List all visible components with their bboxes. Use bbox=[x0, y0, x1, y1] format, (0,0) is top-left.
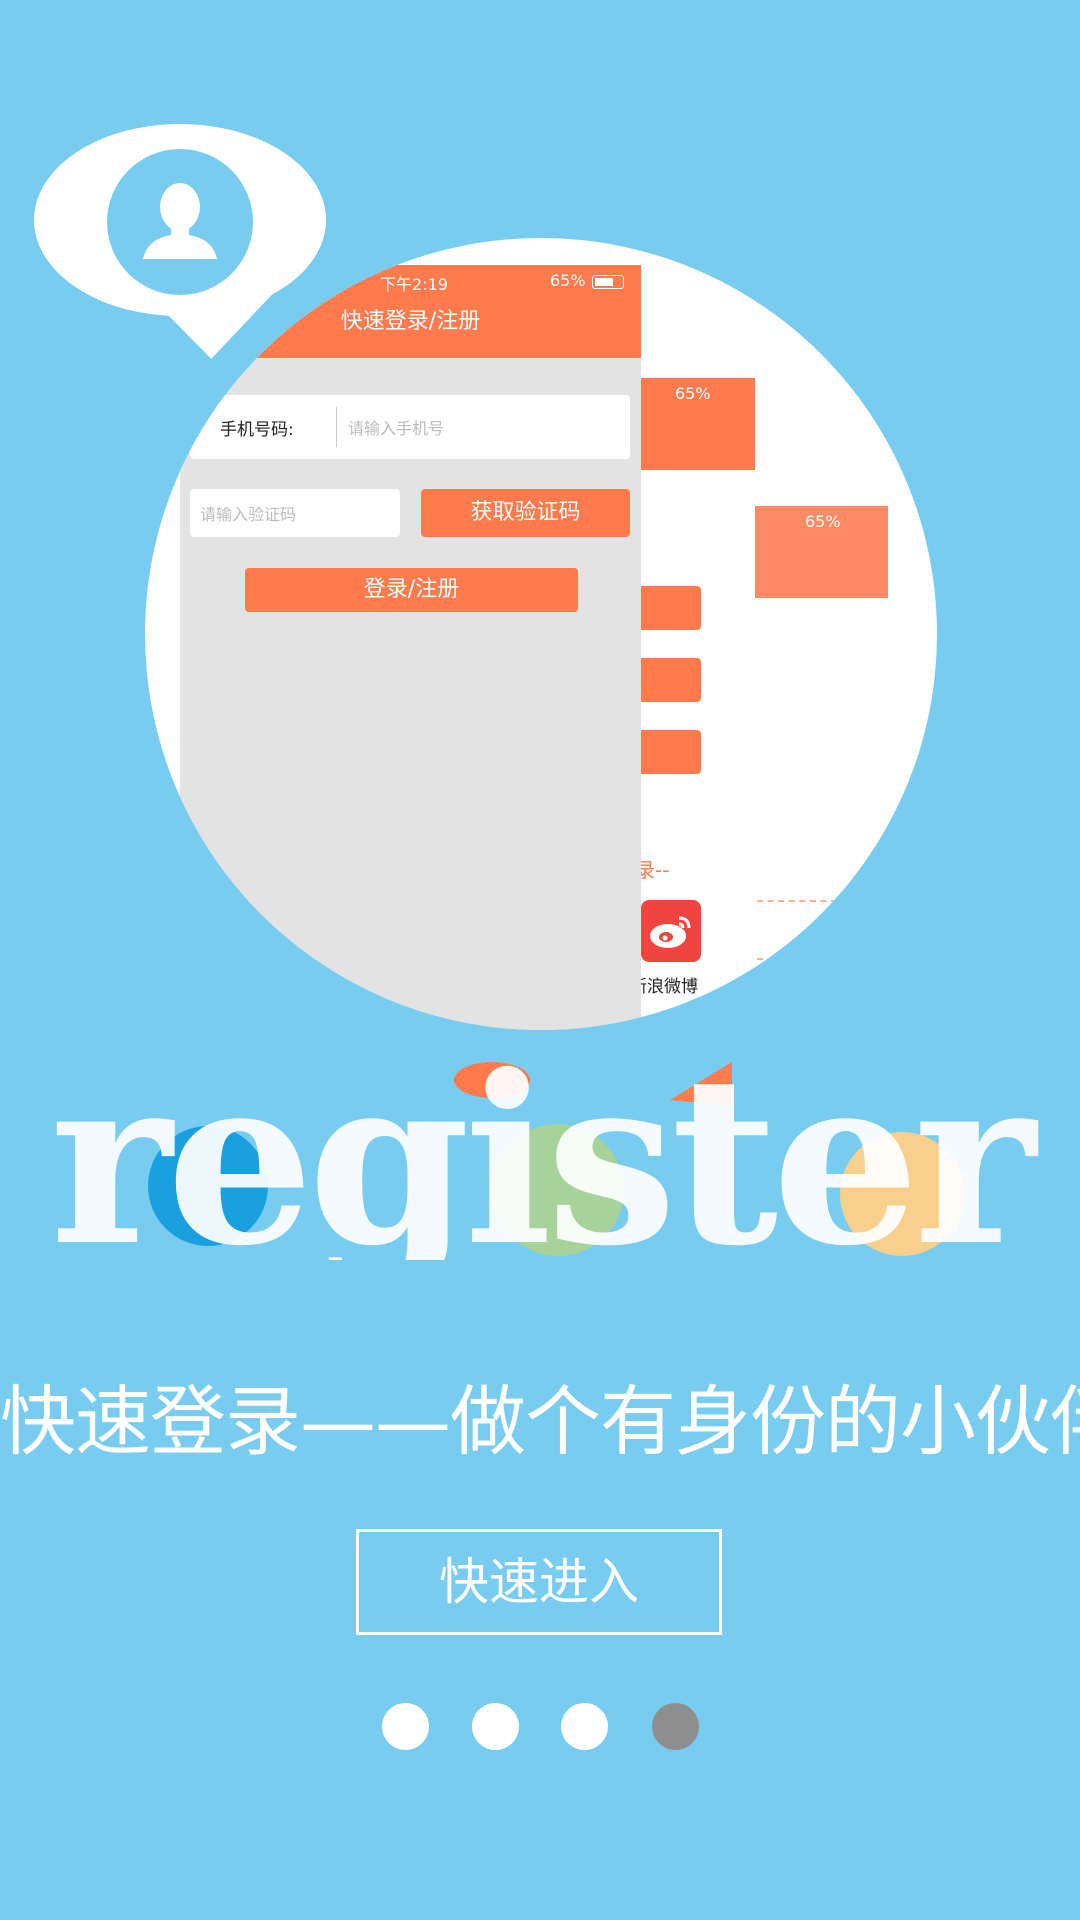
register-hero-word: register bbox=[40, 1024, 1045, 1297]
status-battery: 65% bbox=[550, 271, 624, 290]
phone-screen: 下午2:19 65% 快速登录/注册 手机号码: 请输入手机号 请输入验证码 获… bbox=[180, 265, 641, 1030]
status-time: 下午2:19 bbox=[380, 275, 448, 294]
preview-circle: 65% 65% 录-- 新浪微博 下午2:19 65% 快速登录/注册 手机号码… bbox=[145, 238, 937, 1030]
page-dot-active[interactable] bbox=[652, 1703, 699, 1750]
field-separator bbox=[336, 407, 337, 447]
background-button bbox=[641, 658, 701, 702]
weibo-icon bbox=[641, 900, 701, 962]
phone-title: 快速登录/注册 bbox=[340, 309, 481, 334]
verification-code-input[interactable]: 请输入验证码 bbox=[190, 489, 400, 537]
background-button bbox=[641, 730, 701, 774]
get-code-button[interactable]: 获取验证码 bbox=[421, 489, 630, 537]
page-dot[interactable] bbox=[472, 1703, 519, 1750]
battery-text: 65% bbox=[805, 512, 841, 531]
dashed-divider bbox=[757, 958, 837, 960]
battery-icon bbox=[591, 274, 624, 289]
phone-header: 下午2:19 65% 快速登录/注册 bbox=[180, 265, 641, 358]
battery-percent: 65% bbox=[550, 271, 586, 290]
register-text: register bbox=[50, 1030, 1039, 1260]
phone-number-row: 手机号码: 请输入手机号 bbox=[190, 395, 630, 459]
verification-code-placeholder: 请输入验证码 bbox=[200, 505, 297, 524]
battery-text: 65% bbox=[675, 384, 711, 403]
background-button bbox=[641, 586, 701, 630]
slogan: 快速登录——做个有身份的小伙伴 bbox=[0, 1377, 1080, 1466]
dashed-divider bbox=[757, 900, 837, 902]
quick-enter-button[interactable]: 快速进入 bbox=[356, 1529, 722, 1635]
page-dot[interactable] bbox=[561, 1703, 608, 1750]
phone-number-input[interactable]: 请输入手机号 bbox=[348, 415, 444, 439]
login-register-button[interactable]: 登录/注册 bbox=[245, 568, 578, 612]
phone-number-label: 手机号码: bbox=[220, 420, 294, 440]
page-dot[interactable] bbox=[382, 1703, 429, 1750]
